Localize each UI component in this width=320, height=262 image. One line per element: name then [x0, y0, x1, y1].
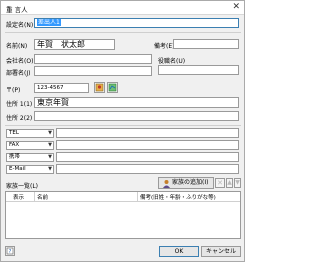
- address-book-icon[interactable]: [94, 82, 105, 93]
- job-title-label: 役職名(U): [158, 58, 186, 65]
- add-family-label: 家族の追加(I): [172, 179, 209, 186]
- contact-type-label: FAX: [9, 142, 20, 148]
- family-list-label: 家族一覧(L): [6, 183, 39, 190]
- family-table-header: 表示 名前 備考(旧姓・年齢・ふりがな等): [6, 192, 240, 202]
- up-arrow-icon[interactable]: ▲: [226, 178, 233, 188]
- cancel-button[interactable]: キャンセル: [201, 246, 241, 257]
- postal-label: 〒(P): [6, 87, 21, 94]
- contact-type-select-email[interactable]: E-Mail ▼: [6, 165, 54, 174]
- delete-icon[interactable]: ✕: [215, 178, 225, 188]
- address1-input[interactable]: 東京年賀: [34, 97, 239, 108]
- column-divider: [137, 192, 138, 201]
- setting-name-input[interactable]: 差出人1: [34, 18, 239, 28]
- column-header-display[interactable]: 表示: [13, 193, 24, 201]
- divider: [5, 125, 241, 126]
- dropdown-arrow-icon: ▼: [48, 166, 52, 172]
- close-icon[interactable]: ✕: [232, 2, 240, 12]
- contact-type-label: TEL: [9, 130, 19, 136]
- address2-label: 住所 2(2): [6, 115, 33, 122]
- department-label: 部署名(J): [6, 70, 31, 77]
- map-icon[interactable]: [107, 82, 118, 93]
- contact-value-input-fax[interactable]: [56, 140, 239, 150]
- help-icon[interactable]: ?: [5, 246, 15, 256]
- name-input[interactable]: 年賀 状太郎: [34, 39, 115, 50]
- column-header-name[interactable]: 名前: [37, 193, 48, 201]
- contact-type-label: E-Mail: [9, 166, 26, 172]
- remarks-label: 備考(E): [154, 43, 175, 50]
- contact-value-input-email[interactable]: [56, 164, 239, 174]
- address2-input[interactable]: [34, 111, 239, 121]
- setting-name-label: 設定名(N): [6, 22, 34, 29]
- title-bar: 重 言人 ✕: [1, 1, 244, 15]
- svg-text:?: ?: [9, 249, 12, 255]
- department-input[interactable]: [34, 66, 152, 76]
- column-divider: [34, 192, 35, 201]
- contact-type-label: 携帯: [9, 154, 21, 160]
- contact-value-input-tel[interactable]: [56, 128, 239, 138]
- contact-type-select-tel[interactable]: TEL ▼: [6, 129, 54, 138]
- company-label: 会社名(O): [6, 58, 34, 65]
- dropdown-arrow-icon: ▼: [48, 154, 52, 160]
- column-header-remarks[interactable]: 備考(旧姓・年齢・ふりがな等): [140, 193, 216, 201]
- ok-button[interactable]: OK: [159, 246, 199, 257]
- contact-type-select-fax[interactable]: FAX ▼: [6, 141, 54, 150]
- dropdown-arrow-icon: ▼: [48, 130, 52, 136]
- contact-type-select-mobile[interactable]: 携帯 ▼: [6, 153, 54, 162]
- remarks-input[interactable]: [173, 39, 239, 49]
- family-add-icon: [163, 180, 170, 188]
- dialog-window: 重 言人 ✕ 設定名(N) 差出人1 名前(N) 年賀 状太郎 備考(E) 会社…: [0, 0, 245, 262]
- add-family-button[interactable]: 家族の追加(I): [158, 177, 214, 189]
- address1-label: 住所 1(1): [6, 101, 33, 108]
- dropdown-arrow-icon: ▼: [48, 142, 52, 148]
- down-arrow-icon[interactable]: ▼: [234, 178, 241, 188]
- family-table[interactable]: 表示 名前 備考(旧姓・年齢・ふりがな等): [5, 191, 241, 239]
- setting-name-value: 差出人1: [37, 19, 61, 26]
- divider: [5, 32, 241, 33]
- window-title: 重 言人: [6, 6, 28, 14]
- job-title-input[interactable]: [158, 65, 239, 75]
- postal-input[interactable]: 123-4567: [34, 83, 89, 93]
- name-label: 名前(N): [6, 43, 28, 50]
- company-input[interactable]: [34, 54, 152, 64]
- contact-value-input-mobile[interactable]: [56, 152, 239, 162]
